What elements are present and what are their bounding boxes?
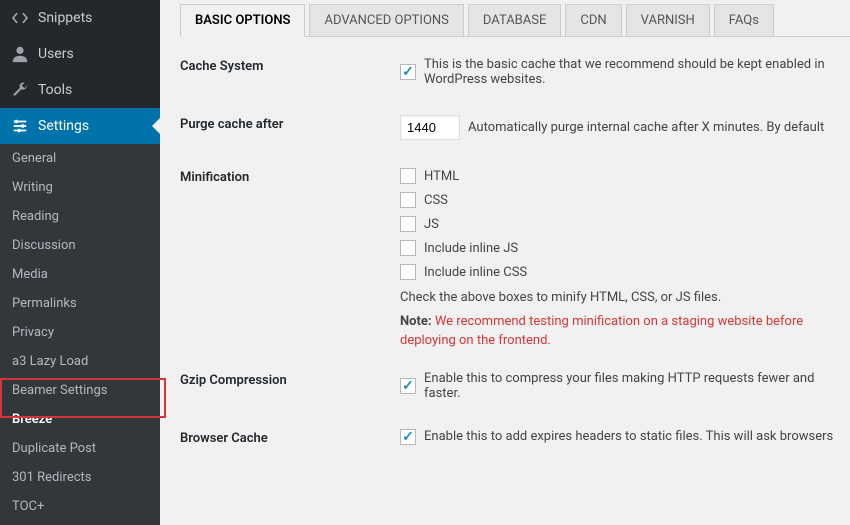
submenu-item-beamer[interactable]: Beamer Settings [0, 376, 160, 405]
submenu-item-301[interactable]: 301 Redirects [0, 463, 160, 492]
purge-input[interactable] [400, 115, 460, 140]
sidebar-item-snippets[interactable]: Snippets [0, 0, 160, 36]
tab-faqs[interactable]: FAQs [714, 4, 774, 37]
submenu-item-writing[interactable]: Writing [0, 173, 160, 202]
cache-system-label: Cache System [180, 57, 400, 74]
tab-cdn[interactable]: CDN [565, 4, 621, 37]
minify-css-checkbox[interactable] [400, 192, 416, 208]
settings-tabs: BASIC OPTIONS ADVANCED OPTIONS DATABASE … [180, 4, 850, 37]
browser-cache-text: Enable this to add expires headers to st… [424, 429, 833, 444]
minify-js-checkbox[interactable] [400, 216, 416, 232]
minification-label: Minification [180, 168, 400, 185]
wrench-icon [10, 80, 30, 100]
purge-text: Automatically purge internal cache after… [468, 120, 824, 135]
submenu-item-a3lazy[interactable]: a3 Lazy Load [0, 347, 160, 376]
submenu-item-media[interactable]: Media [0, 260, 160, 289]
main-content: BASIC OPTIONS ADVANCED OPTIONS DATABASE … [160, 0, 850, 525]
sidebar-item-tools[interactable]: Tools [0, 72, 160, 108]
tab-database[interactable]: DATABASE [468, 4, 561, 37]
minify-desc: Check the above boxes to minify HTML, CS… [400, 288, 850, 308]
admin-sidebar: Snippets Users Tools Settings General Wr… [0, 0, 160, 525]
settings-submenu: General Writing Reading Discussion Media… [0, 144, 160, 525]
gzip-text: Enable this to compress your files makin… [424, 371, 850, 401]
sidebar-label: Snippets [38, 10, 92, 26]
sidebar-label: Users [38, 46, 74, 62]
submenu-item-discussion[interactable]: Discussion [0, 231, 160, 260]
purge-label: Purge cache after [180, 115, 400, 132]
minify-html-checkbox[interactable] [400, 168, 416, 184]
minify-opt: JS [424, 217, 439, 232]
note-label: Note: [400, 314, 432, 329]
minify-opt: HTML [424, 169, 459, 184]
gzip-label: Gzip Compression [180, 371, 400, 388]
gzip-checkbox[interactable] [400, 378, 416, 394]
submenu-item-reading[interactable]: Reading [0, 202, 160, 231]
sidebar-label: Settings [38, 118, 89, 134]
minify-opt: CSS [424, 193, 448, 208]
browser-cache-label: Browser Cache [180, 429, 400, 446]
browser-cache-checkbox[interactable] [400, 429, 416, 445]
cache-system-text: This is the basic cache that we recommen… [424, 57, 850, 87]
sidebar-item-users[interactable]: Users [0, 36, 160, 72]
submenu-item-permalinks[interactable]: Permalinks [0, 289, 160, 318]
code-icon [10, 8, 30, 28]
tab-varnish[interactable]: VARNISH [626, 4, 710, 37]
minify-inlinejs-checkbox[interactable] [400, 240, 416, 256]
tab-basic[interactable]: BASIC OPTIONS [180, 4, 305, 37]
minify-opt: Include inline JS [424, 241, 518, 256]
user-icon [10, 44, 30, 64]
minify-inlinecss-checkbox[interactable] [400, 264, 416, 280]
submenu-item-toc[interactable]: TOC+ [0, 492, 160, 521]
submenu-item-duplicate[interactable]: Duplicate Post [0, 434, 160, 463]
minify-opt: Include inline CSS [424, 265, 527, 280]
sidebar-item-settings[interactable]: Settings [0, 108, 160, 144]
submenu-item-privacy[interactable]: Privacy [0, 318, 160, 347]
sliders-icon [10, 116, 30, 136]
note-text: We recommend testing minification on a s… [400, 314, 803, 349]
cache-system-checkbox[interactable] [400, 64, 416, 80]
submenu-item-wpphp[interactable]: WP PHP Console [0, 521, 160, 525]
tab-advanced[interactable]: ADVANCED OPTIONS [309, 4, 463, 37]
submenu-item-general[interactable]: General [0, 144, 160, 173]
submenu-item-breeze[interactable]: Breeze [0, 405, 160, 434]
sidebar-label: Tools [38, 82, 72, 98]
